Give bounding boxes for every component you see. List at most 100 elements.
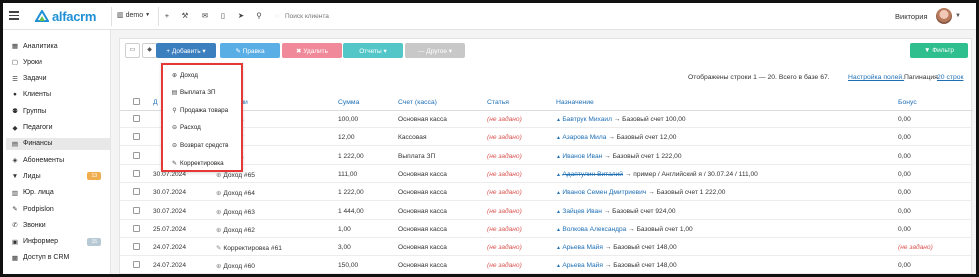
delete-button[interactable]: ✖ Удалить bbox=[282, 43, 342, 58]
row-checkbox[interactable] bbox=[133, 261, 140, 269]
client-link[interactable]: Зайцев Иван bbox=[562, 208, 602, 215]
card-view-icon[interactable]: ▭ bbox=[125, 43, 140, 58]
sidebar: ▦ Аналитика ▢ Уроки ☰ Задачи ● Клиенты ⚉ Группы ◆ П… bbox=[3, 30, 111, 274]
client-link[interactable]: Адаптулин Виталий bbox=[562, 171, 623, 178]
table-row[interactable]: ⊕ од #68100,00Основная касса(не задано)▲… bbox=[120, 111, 973, 128]
operation-cell[interactable]: ⊕ Доход #60 bbox=[216, 262, 255, 270]
operation-cell[interactable]: ⊕ Доход #62 bbox=[216, 226, 255, 234]
row-checkbox[interactable] bbox=[133, 243, 140, 251]
row-checkbox[interactable] bbox=[133, 224, 140, 232]
field-settings-link[interactable]: Настройка полей. bbox=[848, 74, 904, 81]
sidebar-item[interactable]: ◆ Педагоги bbox=[11, 122, 107, 134]
table-row[interactable]: 24.07.2024 ✎ Корректировка #61 3,00 Основна… bbox=[120, 239, 973, 257]
sidebar-item[interactable]: ✎ Podpislon bbox=[11, 203, 107, 215]
branch-selector[interactable]: ▥ demo ▼ bbox=[117, 11, 150, 20]
pagination-link[interactable]: 20 строк bbox=[937, 74, 964, 81]
table-row[interactable]: 30.07.2024 ⊕ Доход #65 111,00 Основная касс… bbox=[120, 166, 973, 183]
operation-cell[interactable]: ⊕ Доход #64 bbox=[216, 189, 255, 197]
operation-cell[interactable]: ⊕ Доход #65 bbox=[216, 171, 255, 179]
sum-cell: 111,00 bbox=[338, 170, 358, 178]
col-account[interactable]: Счет (касса) bbox=[398, 99, 437, 106]
operation-cell[interactable]: ⊕ Доход #63 bbox=[216, 208, 255, 216]
sidebar-item[interactable]: ▼ Лиды 13 bbox=[11, 170, 107, 182]
plus-icon[interactable]: + bbox=[163, 12, 171, 20]
col-article[interactable]: Статья bbox=[487, 99, 509, 106]
sidebar-item-label: Абонементы bbox=[23, 156, 65, 164]
table-row[interactable]: ⊕ од #6712,00Кассовая(не задано)▲ Азаров… bbox=[120, 129, 973, 147]
row-checkbox[interactable] bbox=[133, 169, 140, 177]
sidebar-item[interactable]: ▦ Аналитика bbox=[11, 40, 107, 52]
filter-button[interactable]: ▼ Фильтр bbox=[910, 43, 968, 58]
branch-label: demo bbox=[125, 11, 144, 19]
row-checkbox[interactable] bbox=[133, 151, 140, 159]
row-checkbox[interactable] bbox=[133, 133, 140, 141]
group-icon: ⚉ bbox=[12, 108, 18, 116]
client-link[interactable]: Арьева Майя bbox=[562, 262, 603, 269]
sidebar-item[interactable]: ▣ Информер 15 bbox=[11, 236, 107, 248]
phone-icon: ✆ bbox=[12, 222, 18, 230]
col-purpose[interactable]: Назначение bbox=[556, 99, 594, 106]
sidebar-item-label: Доступ в CRM bbox=[23, 254, 70, 262]
sidebar-item[interactable]: ▥ Юр. лица bbox=[11, 187, 107, 199]
row-checkbox[interactable] bbox=[133, 115, 140, 122]
client-link[interactable]: Иванов Иван bbox=[562, 153, 602, 160]
chevron-down-icon[interactable]: ▼ bbox=[955, 13, 961, 19]
table-row[interactable]: 25.07.2024 ⊕ Доход #62 1,00 Основная касса (… bbox=[120, 221, 973, 238]
sidebar-item[interactable]: ✆ Звонки bbox=[11, 219, 107, 231]
row-checkbox[interactable] bbox=[133, 206, 140, 214]
telegram-icon[interactable]: ➤ bbox=[237, 12, 245, 20]
sidebar-item[interactable]: ▤ Финансы bbox=[6, 137, 110, 150]
dropdown-item[interactable]: ⊖ Возврат средств bbox=[171, 139, 228, 151]
bonus-cell: 0,00 bbox=[898, 134, 911, 142]
sidebar-item[interactable]: ▩ Доступ в CRM bbox=[11, 252, 107, 264]
phone-icon[interactable]: ▯ bbox=[219, 12, 227, 20]
logo[interactable]: alfacrm bbox=[35, 9, 96, 24]
menu-icon[interactable] bbox=[9, 11, 19, 20]
other-button[interactable]: — Другое ▾ bbox=[405, 43, 465, 58]
client-link[interactable]: Волкова Александра bbox=[562, 226, 626, 233]
dropdown-item[interactable]: ⊕ Доход bbox=[171, 69, 198, 81]
sidebar-item[interactable]: ⚉ Группы bbox=[11, 105, 107, 117]
col-bonus[interactable]: Бонус bbox=[898, 99, 917, 106]
date-cell: 25.07.2024 bbox=[153, 225, 187, 233]
dropdown-item[interactable]: ⊖ Расход bbox=[171, 122, 201, 134]
select-all-checkbox[interactable] bbox=[133, 98, 140, 105]
operation-label: Доход #62 bbox=[223, 226, 255, 234]
dropdown-item[interactable]: ▤ Выплата ЗП bbox=[171, 87, 216, 99]
table-row[interactable]: ⊕ од #661 222,00Выплата ЗП(не задано)▲ И… bbox=[120, 148, 973, 165]
purpose-text: → Базовый счет 1 222,00 bbox=[646, 189, 726, 197]
purpose-text: → Базовый счет 148,00 bbox=[602, 244, 677, 252]
purpose-cell: ▲ Арьева Майя → Базовый счет 148,00 bbox=[556, 262, 677, 269]
row-checkbox[interactable] bbox=[133, 188, 140, 196]
sidebar-item[interactable]: ◈ Абонементы bbox=[11, 154, 107, 166]
sidebar-item[interactable]: ▢ Уроки bbox=[11, 56, 107, 68]
sidebar-item[interactable]: ☰ Задачи bbox=[11, 73, 107, 85]
client-link[interactable]: Бавтрук Михаил bbox=[562, 116, 612, 123]
cart-icon[interactable]: ⚲ bbox=[255, 12, 263, 20]
edit-button[interactable]: ✎ Правка bbox=[220, 43, 280, 58]
table-row[interactable]: 30.07.2024 ⊕ Доход #64 1 222,00 Основная ка… bbox=[120, 184, 973, 202]
reports-button[interactable]: Отчеты ▾ bbox=[343, 43, 403, 58]
sidebar-item[interactable]: ● Клиенты bbox=[11, 89, 107, 101]
client-search-input[interactable] bbox=[285, 9, 585, 24]
add-button[interactable]: + Добавить ▾ bbox=[156, 43, 216, 58]
tasks-icon: ☰ bbox=[12, 75, 18, 83]
wrench-icon[interactable]: ⚒ bbox=[181, 12, 189, 20]
table-row[interactable]: 30.07.2024 ⊕ Доход #63 1 444,00 Основная ка… bbox=[120, 203, 973, 220]
operation-cell[interactable]: ✎ Корректировка #61 bbox=[216, 244, 282, 252]
sidebar-item-label: Клиенты bbox=[23, 91, 52, 99]
pencil-icon: ✎ bbox=[171, 160, 178, 167]
account-cell: Выплата ЗП bbox=[398, 152, 436, 160]
client-link[interactable]: Иванов Семен Дмитриевич bbox=[562, 189, 646, 196]
user-name[interactable]: Виктория bbox=[895, 12, 928, 21]
dropdown-item[interactable]: ✎ Корректировка bbox=[171, 157, 224, 169]
client-link[interactable]: Арьева Майя bbox=[562, 244, 603, 251]
col-date[interactable]: Д bbox=[153, 99, 158, 106]
mail-icon[interactable]: ✉ bbox=[201, 12, 209, 20]
dropdown-item[interactable]: ⚲ Продажа товара bbox=[171, 104, 228, 116]
tag-icon[interactable]: ◆ bbox=[142, 43, 157, 58]
avatar[interactable] bbox=[936, 8, 952, 24]
table-row[interactable]: 24.07.2024 ⊕ Доход #60 150,00 Основная касс… bbox=[120, 257, 973, 274]
col-sum[interactable]: Сумма bbox=[338, 99, 359, 106]
client-link[interactable]: Азарова Мила bbox=[562, 134, 606, 141]
